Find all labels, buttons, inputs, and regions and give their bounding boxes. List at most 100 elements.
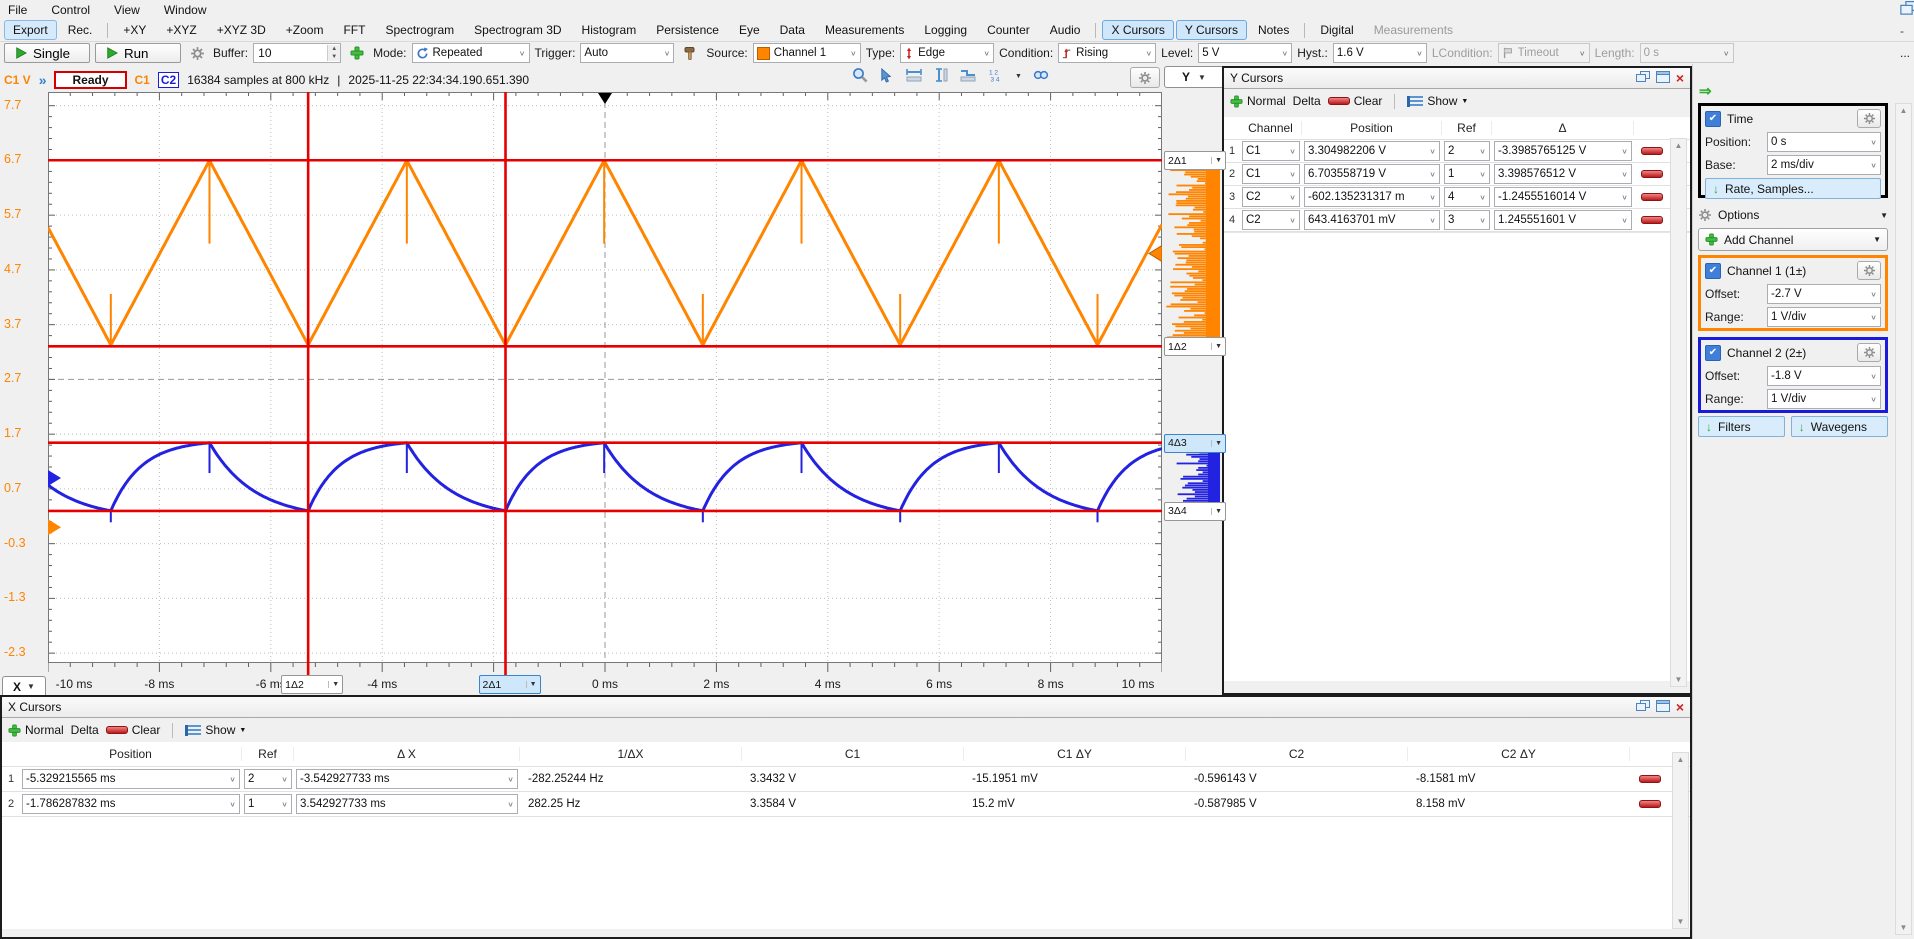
tools-dropdown-icon[interactable]: ▼ [1015, 73, 1022, 80]
x-cursor-marker-2d1[interactable]: 2Δ1▼ [479, 675, 541, 694]
cursor-position-select[interactable]: -1.786287832 ms∨ [22, 794, 240, 814]
remove-cursor-button[interactable] [1641, 193, 1663, 201]
show-menu-button[interactable]: Show▼ [1407, 94, 1468, 108]
plot-settings-gear-button[interactable] [1130, 67, 1160, 88]
channel2-badge[interactable]: C2 [158, 72, 179, 88]
clear-cursors-button[interactable]: Clear [106, 723, 161, 737]
cursor-ref-select[interactable]: 1∨ [244, 794, 292, 814]
buffer-spinner[interactable]: 10▲▼ [253, 43, 341, 63]
options-row[interactable]: Options ▼ [1698, 205, 1888, 225]
tab-persistence[interactable]: Persistence [647, 20, 728, 40]
hammer-icon[interactable] [679, 44, 701, 63]
cursor-delta-select[interactable]: 3.398576512 V∨ [1494, 164, 1632, 184]
time-base-select[interactable]: 2 ms/div∨ [1767, 155, 1881, 175]
remove-cursor-button[interactable] [1641, 216, 1663, 224]
remove-cursor-button[interactable] [1641, 147, 1663, 155]
cursor-channel-select[interactable]: C1∨ [1242, 141, 1300, 161]
panel-close-icon[interactable]: × [1676, 72, 1684, 84]
add-delta-cursor-button[interactable]: Delta [71, 723, 99, 737]
time-gear-button[interactable] [1857, 109, 1881, 128]
pointer-tool-icon[interactable] [879, 68, 894, 86]
x-cursors-titlebar[interactable]: X Cursors × [2, 697, 1690, 718]
zoom-in-icon[interactable] [852, 67, 868, 86]
splitter-arrow-icon[interactable]: ⇒ [1699, 82, 1712, 100]
add-normal-cursor-button[interactable]: Normal [1230, 94, 1286, 108]
cursor-ref-select[interactable]: 1∨ [1444, 164, 1490, 184]
panel-maximize-icon[interactable] [1656, 700, 1670, 715]
wavegens-button[interactable]: ↓Wavegens [1791, 416, 1888, 437]
cursor-dx-select[interactable]: -3.542927733 ms∨ [296, 769, 518, 789]
tab-rec[interactable]: Rec. [59, 20, 102, 40]
buffer-gear-icon[interactable] [186, 44, 208, 63]
y-cursor-marker-1d2[interactable]: 1Δ2▼ [1164, 337, 1226, 356]
tab-x-cursors[interactable]: X Cursors [1102, 20, 1173, 40]
cursor-position-select[interactable]: 6.703558719 V∨ [1304, 164, 1440, 184]
channel2-checkbox[interactable]: ✔ [1705, 345, 1721, 361]
remove-cursor-button[interactable] [1639, 775, 1661, 783]
sidebar-scrollbar[interactable]: ▲▼ [1895, 103, 1912, 935]
channel1-gear-button[interactable] [1857, 261, 1881, 280]
x-cursor-marker-1d2[interactable]: 1Δ2▼ [281, 675, 343, 694]
y-table-scrollbar[interactable]: ▲▼ [1670, 138, 1687, 687]
y-cursor-marker-4d3[interactable]: 4Δ3▼ [1164, 434, 1226, 453]
cursor-channel-select[interactable]: C2∨ [1242, 187, 1300, 207]
channel2-gear-button[interactable] [1857, 343, 1881, 362]
tab-data[interactable]: Data [771, 20, 814, 40]
tab-xy[interactable]: +XY [114, 20, 155, 40]
menu-file[interactable]: File [8, 3, 27, 17]
window-restore-icon[interactable] [1900, 1, 1914, 19]
tab-measurements[interactable]: Measurements [816, 20, 913, 40]
cursor-position-select[interactable]: 3.304982206 V∨ [1304, 141, 1440, 161]
source-select[interactable]: Channel 1∨ [753, 43, 861, 63]
add-delta-cursor-button[interactable]: Delta [1293, 94, 1321, 108]
channel1-range-select[interactable]: 1 V/div∨ [1767, 307, 1881, 327]
trigger-select[interactable]: Auto∨ [580, 43, 674, 63]
y-axis-button[interactable]: Y▼ [1164, 66, 1224, 88]
cursor-ref-select[interactable]: 3∨ [1444, 210, 1490, 230]
channel2-range-select[interactable]: 1 V/div∨ [1767, 389, 1881, 409]
step-measure-icon[interactable] [959, 68, 977, 85]
scope-plot[interactable] [48, 92, 1162, 677]
tab-y-cursors[interactable]: Y Cursors [1176, 20, 1247, 40]
hyst-select[interactable]: 1.6 V∨ [1333, 43, 1427, 63]
tab-overflow-dash[interactable]: - [1900, 24, 1904, 38]
cursor-ref-select[interactable]: 4∨ [1444, 187, 1490, 207]
y-axis-source-label[interactable]: C1 V [4, 73, 31, 87]
condition-select[interactable]: Rising∨ [1058, 43, 1156, 63]
time-checkbox[interactable]: ✔ [1705, 111, 1721, 127]
tab-fft[interactable]: FFT [334, 20, 374, 40]
run-button[interactable]: Run [95, 43, 181, 63]
y-cursor-marker-2d1[interactable]: 2Δ1▼ [1164, 151, 1226, 170]
panel-maximize-icon[interactable] [1656, 71, 1670, 86]
remove-cursor-button[interactable] [1639, 800, 1661, 808]
y-cursor-marker-3d4[interactable]: 3Δ4▼ [1164, 502, 1226, 521]
x-table-scrollbar[interactable]: ▲▼ [1672, 752, 1689, 929]
toolbar-more[interactable]: ... [1900, 46, 1910, 60]
tab-spectrogram3d[interactable]: Spectrogram 3D [465, 20, 570, 40]
clear-cursors-button[interactable]: Clear [1328, 94, 1383, 108]
menu-window[interactable]: Window [164, 3, 207, 17]
level-select[interactable]: 5 V∨ [1198, 43, 1292, 63]
filters-button[interactable]: ↓Filters [1698, 416, 1785, 437]
tab-eye[interactable]: Eye [730, 20, 769, 40]
cursor-delta-select[interactable]: -3.3985765125 V∨ [1494, 141, 1632, 161]
cursor-delta-select[interactable]: -1.2455516014 V∨ [1494, 187, 1632, 207]
menu-control[interactable]: Control [51, 3, 90, 17]
menu-view[interactable]: View [114, 3, 140, 17]
mode-select[interactable]: Repeated∨ [412, 43, 530, 63]
tab-audio[interactable]: Audio [1041, 20, 1090, 40]
channel-numbers-icon[interactable] [988, 68, 1004, 85]
channel1-checkbox[interactable]: ✔ [1705, 263, 1721, 279]
tab-xyz[interactable]: +XYZ [157, 20, 205, 40]
channel1-offset-select[interactable]: -2.7 V∨ [1767, 284, 1881, 304]
y-cursors-titlebar[interactable]: Y Cursors × [1224, 68, 1690, 89]
tab-spectrogram[interactable]: Spectrogram [376, 20, 463, 40]
cursor-channel-select[interactable]: C2∨ [1242, 210, 1300, 230]
add-channel-button[interactable]: Add Channel▼ [1698, 228, 1888, 251]
add-normal-cursor-button[interactable]: Normal [8, 723, 64, 737]
search-zoom-icon[interactable] [1033, 67, 1049, 86]
type-select[interactable]: Edge∨ [900, 43, 994, 63]
cursor-ref-select[interactable]: 2∨ [244, 769, 292, 789]
panel-restore-icon[interactable] [1636, 700, 1650, 715]
add-plot-plus-icon[interactable] [346, 44, 368, 63]
